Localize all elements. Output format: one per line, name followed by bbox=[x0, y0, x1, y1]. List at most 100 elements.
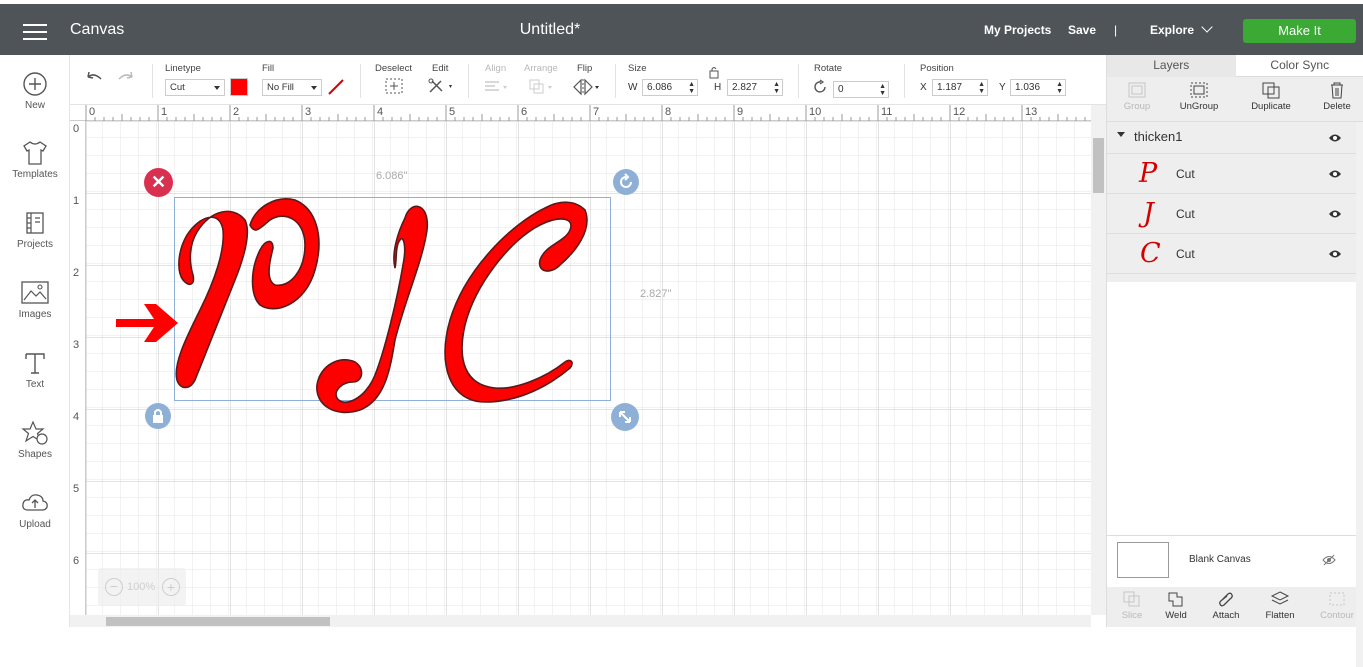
width-input[interactable]: 6.086▲▼ bbox=[642, 79, 698, 96]
rotate-input[interactable]: 0▲▼ bbox=[833, 81, 889, 98]
toolbar-separator bbox=[615, 64, 616, 98]
canvas-vertical-scrollbar[interactable] bbox=[1091, 105, 1106, 615]
zoom-out-icon[interactable]: − bbox=[105, 578, 123, 596]
scrollbar-thumb[interactable] bbox=[106, 617, 330, 626]
layer-thumbnail-j: J bbox=[1143, 198, 1154, 229]
save-button[interactable]: Save bbox=[1068, 23, 1096, 37]
flatten-label: Flatten bbox=[1265, 610, 1294, 621]
design-canvas[interactable]: 01234567891011121314 0123456 6.086" 2.82… bbox=[70, 105, 1091, 615]
layer-group-name: thicken1 bbox=[1134, 129, 1182, 144]
panel-scrollbar[interactable] bbox=[1356, 122, 1363, 667]
linetype-label: Linetype bbox=[165, 63, 201, 74]
scrollbar-thumb[interactable] bbox=[1093, 138, 1104, 193]
flip-icon[interactable] bbox=[572, 78, 602, 96]
spinner-icon[interactable]: ▲▼ bbox=[773, 81, 780, 95]
ruler-label: 1 bbox=[73, 195, 79, 207]
position-label: Position bbox=[920, 63, 954, 74]
ruler-label: 5 bbox=[449, 106, 455, 118]
rotate-handle-icon[interactable] bbox=[613, 169, 639, 195]
lock-aspect-icon[interactable] bbox=[708, 65, 720, 79]
lock-handle-icon[interactable] bbox=[145, 403, 171, 429]
linetype-color-swatch[interactable] bbox=[230, 78, 248, 96]
visibility-eye-icon[interactable] bbox=[1328, 169, 1342, 179]
arrange-icon[interactable] bbox=[528, 78, 556, 96]
ruler-label: 9 bbox=[737, 106, 743, 118]
undo-icon[interactable] bbox=[84, 69, 104, 87]
x-label: X bbox=[920, 82, 927, 93]
blank-canvas-swatch[interactable] bbox=[1117, 542, 1169, 578]
upload-cloud-icon bbox=[20, 490, 50, 516]
weld-button[interactable]: Weld bbox=[1151, 590, 1201, 621]
ruler-ticks bbox=[70, 105, 1091, 121]
visibility-eye-icon[interactable] bbox=[1328, 249, 1342, 259]
sidebar-item-projects[interactable]: Projects bbox=[0, 210, 70, 250]
fill-select[interactable]: No Fill bbox=[262, 79, 322, 96]
bottom-layer-actions: Slice Weld Attach Flatten Contour bbox=[1107, 587, 1356, 627]
x-position-input[interactable]: 1.187▲▼ bbox=[932, 79, 988, 96]
monogram-design[interactable] bbox=[165, 190, 625, 420]
tab-color-sync[interactable]: Color Sync bbox=[1236, 55, 1363, 77]
delete-button[interactable]: Delete bbox=[1307, 81, 1363, 112]
linetype-select[interactable]: Cut bbox=[165, 79, 225, 96]
explore-label: Explore bbox=[1150, 23, 1194, 37]
height-input[interactable]: 2.827▲▼ bbox=[727, 79, 783, 96]
delete-handle-icon[interactable]: ✕ bbox=[144, 168, 173, 197]
spinner-icon[interactable]: ▲▼ bbox=[879, 83, 886, 97]
layer-group[interactable]: thicken1 bbox=[1107, 122, 1356, 154]
ruler-label: 4 bbox=[73, 411, 79, 423]
slice-button[interactable]: Slice bbox=[1107, 590, 1157, 621]
edit-tools-icon[interactable] bbox=[427, 77, 455, 95]
sidebar-item-shapes[interactable]: Shapes bbox=[0, 420, 70, 460]
redo-icon[interactable] bbox=[116, 69, 136, 87]
my-projects-link[interactable]: My Projects bbox=[984, 23, 1051, 37]
layer-row[interactable]: J Cut bbox=[1107, 194, 1356, 234]
attach-label: Attach bbox=[1213, 610, 1240, 621]
make-it-button[interactable]: Make It bbox=[1243, 19, 1356, 43]
no-fill-swatch-icon[interactable] bbox=[327, 78, 345, 96]
attach-button[interactable]: Attach bbox=[1201, 590, 1251, 621]
explore-dropdown[interactable]: Explore bbox=[1150, 23, 1211, 37]
document-title[interactable]: Untitled* bbox=[0, 21, 1100, 39]
image-icon bbox=[20, 280, 50, 306]
deselect-label: Deselect bbox=[375, 63, 412, 74]
sidebar-item-images[interactable]: Images bbox=[0, 280, 70, 320]
panel-tabs: Layers Color Sync bbox=[1107, 55, 1363, 77]
spinner-icon[interactable]: ▲▼ bbox=[1056, 81, 1063, 95]
flatten-button[interactable]: Flatten bbox=[1255, 590, 1305, 621]
fill-label: Fill bbox=[262, 63, 274, 74]
align-icon[interactable] bbox=[483, 79, 511, 95]
sidebar-item-text[interactable]: Text bbox=[0, 350, 70, 390]
layer-row[interactable]: C Cut bbox=[1107, 234, 1356, 274]
spinner-icon[interactable]: ▲▼ bbox=[978, 81, 985, 95]
blank-canvas-row[interactable]: Blank Canvas bbox=[1107, 535, 1356, 587]
slice-label: Slice bbox=[1122, 610, 1143, 621]
sidebar-item-upload[interactable]: Upload bbox=[0, 490, 70, 530]
ruler-label: 5 bbox=[73, 483, 79, 495]
group-button[interactable]: Group bbox=[1107, 81, 1167, 112]
layer-row[interactable]: P Cut bbox=[1107, 154, 1356, 194]
layer-label: Cut bbox=[1176, 247, 1195, 261]
resize-handle-icon[interactable] bbox=[611, 403, 639, 431]
canvas-horizontal-scrollbar[interactable] bbox=[70, 615, 1091, 627]
ruler-label: 0 bbox=[89, 106, 95, 118]
duplicate-button[interactable]: Duplicate bbox=[1241, 81, 1301, 112]
letter-c-shape bbox=[445, 202, 587, 402]
weld-label: Weld bbox=[1165, 610, 1186, 621]
align-label: Align bbox=[485, 63, 506, 74]
contour-button[interactable]: Contour bbox=[1312, 590, 1362, 621]
deselect-icon[interactable] bbox=[384, 77, 404, 95]
sidebar-item-templates[interactable]: Templates bbox=[0, 140, 70, 180]
collapse-caret-icon[interactable] bbox=[1117, 132, 1125, 137]
spinner-icon[interactable]: ▲▼ bbox=[688, 81, 695, 95]
ungroup-button[interactable]: UnGroup bbox=[1169, 81, 1229, 112]
visibility-eye-icon[interactable] bbox=[1328, 133, 1342, 143]
hidden-eye-icon[interactable] bbox=[1322, 554, 1336, 566]
zoom-in-icon[interactable]: + bbox=[162, 578, 180, 596]
tab-layers[interactable]: Layers bbox=[1107, 55, 1236, 77]
layer-thumbnail-c: C bbox=[1140, 238, 1161, 269]
sidebar-item-new[interactable]: New bbox=[0, 71, 70, 111]
width-dimension-label: 6.086" bbox=[376, 170, 407, 182]
ruler-label: 8 bbox=[665, 106, 671, 118]
visibility-eye-icon[interactable] bbox=[1328, 209, 1342, 219]
y-position-input[interactable]: 1.036▲▼ bbox=[1010, 79, 1066, 96]
